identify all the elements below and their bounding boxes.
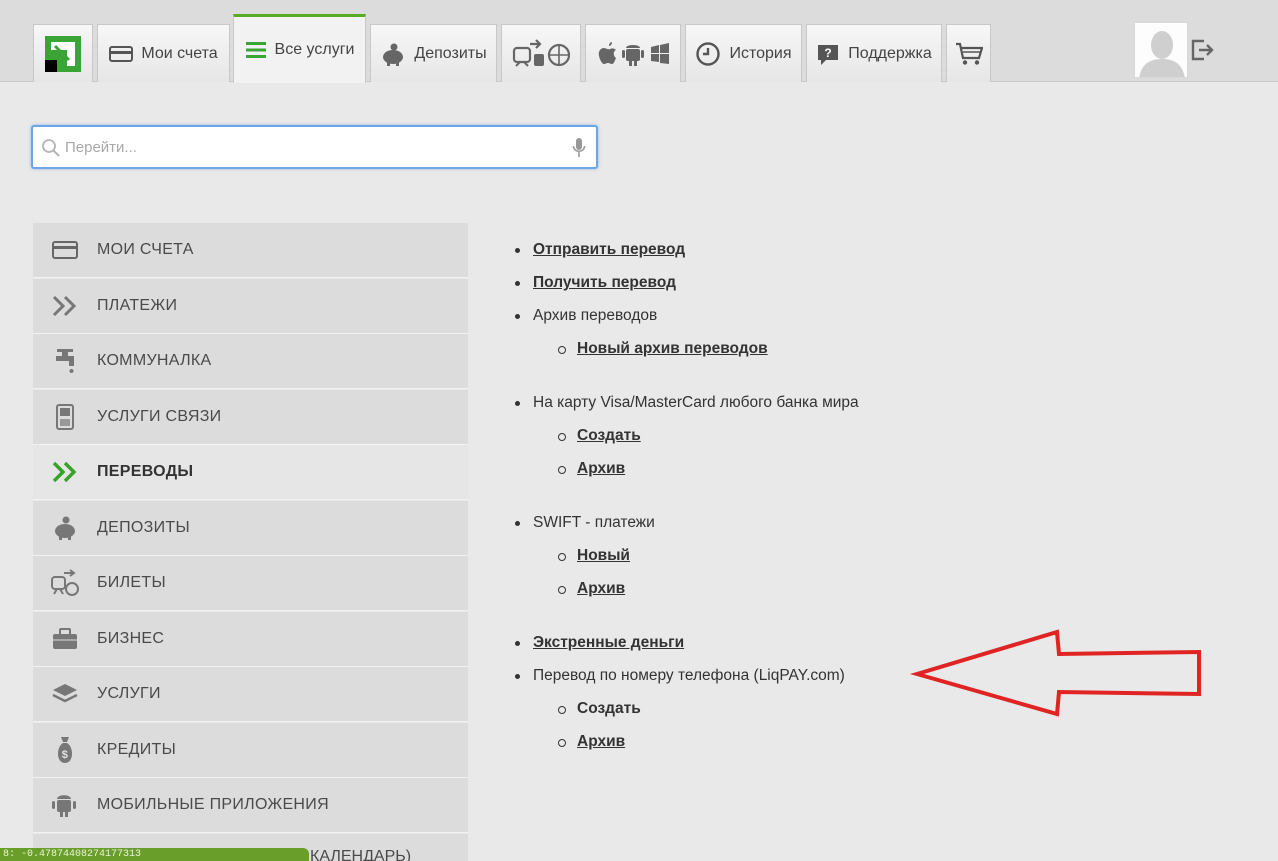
transfers-archive-label: Архив переводов xyxy=(533,307,658,324)
sidebar-item-label: ПЛАТЕЖИ xyxy=(97,296,178,314)
briefcase-icon xyxy=(53,627,77,649)
card-transfer-archive-link[interactable]: Архив xyxy=(577,460,625,477)
sidebar-item-label: КРЕДИТЫ xyxy=(97,740,177,758)
double-chevron-icon xyxy=(52,461,77,483)
cart-icon xyxy=(955,42,983,65)
sidebar-item-payments[interactable]: ПЛАТЕЖИ xyxy=(33,278,468,334)
sidebar-item-label: БИЗНЕС xyxy=(97,629,165,647)
list-subitem: Архив xyxy=(505,728,1205,761)
double-chevron-icon xyxy=(52,295,77,316)
phone-transfer-label: Перевод по номеру телефона (LiqPAY.com) xyxy=(533,667,845,684)
phone-transfer-archive-link[interactable]: Архив xyxy=(577,733,625,750)
privatbank-logo-icon xyxy=(45,35,81,72)
sidebar-item-deposits[interactable]: ДЕПОЗИТЫ xyxy=(33,500,468,556)
sidebar-item-label: КОММУНАЛКА xyxy=(97,352,212,369)
sidebar-item-partial-label: КАЛЕНДАРЬ) xyxy=(310,848,412,861)
search-box xyxy=(31,125,598,169)
phone-icon xyxy=(56,403,74,430)
annotation-arrow-icon xyxy=(909,629,1201,717)
tab-label: Депозиты xyxy=(414,44,487,62)
sidebar-item-transfers[interactable]: ПЕРЕВОДЫ xyxy=(33,445,468,500)
list-subitem: Создать xyxy=(505,422,1205,455)
tab-label: Все услуги xyxy=(274,41,355,58)
list-icon xyxy=(245,42,266,58)
card-icon xyxy=(109,45,134,62)
piggy-bank-icon xyxy=(55,516,75,540)
sidebar-item-mobile-apps[interactable]: МОБИЛЬНЫЕ ПРИЛОЖЕНИЯ xyxy=(33,778,468,833)
list-item: Получить перевод xyxy=(505,269,1205,302)
sidebar-item-utilities[interactable]: КОММУНАЛКА xyxy=(33,334,468,389)
privatbank-logo-button[interactable] xyxy=(33,24,93,82)
phone-transfer-create-label[interactable]: Создать xyxy=(577,700,641,717)
swift-label: SWIFT - платежи xyxy=(533,514,655,531)
sidebar-item-credits[interactable]: $ КРЕДИТЫ xyxy=(33,722,468,778)
tickets-icon xyxy=(51,569,79,596)
tickets-icon xyxy=(512,38,570,67)
sidebar-item-label: ДЕПОЗИТЫ xyxy=(97,518,190,536)
tab-my-accounts[interactable]: Мои счета xyxy=(97,24,230,82)
sidebar-item-tickets[interactable]: БИЛЕТЫ xyxy=(33,556,468,611)
services-sidebar: МОИ СЧЕТА ПЛАТЕЖИ КОММУНАЛКА УСЛУГИ СВЯЗ… xyxy=(33,223,468,861)
receive-transfer-link[interactable]: Получить перевод xyxy=(533,274,676,291)
logout-icon xyxy=(1191,39,1214,61)
microphone-icon[interactable] xyxy=(572,137,586,159)
sidebar-item-telecom[interactable]: УСЛУГИ СВЯЗИ xyxy=(33,389,468,445)
list-item: Отправить перевод xyxy=(505,236,1205,269)
faucet-icon xyxy=(56,349,74,373)
search-input[interactable] xyxy=(65,127,565,167)
sidebar-item-business[interactable]: БИЗНЕС xyxy=(33,611,468,667)
tab-all-services[interactable]: Все услуги xyxy=(233,14,366,83)
tab-label: Поддержка xyxy=(848,44,932,62)
mobile-apps-icon xyxy=(52,795,76,817)
svg-text:$: $ xyxy=(62,749,68,761)
support-icon: ? xyxy=(818,44,839,65)
tab-label: История xyxy=(729,44,792,62)
history-icon xyxy=(696,41,721,66)
logout-button[interactable] xyxy=(1190,38,1214,62)
sidebar-item-label: УСЛУГИ xyxy=(97,685,161,702)
sidebar-item-services[interactable]: УСЛУГИ xyxy=(33,667,468,722)
sidebar-item-label: ПЕРЕВОДЫ xyxy=(97,463,194,480)
list-item: SWIFT - платежи xyxy=(505,509,1205,542)
card-icon xyxy=(52,241,78,259)
list-subitem: Новый xyxy=(505,542,1205,575)
tab-label: Мои счета xyxy=(141,44,218,62)
sidebar-item-my-accounts[interactable]: МОИ СЧЕТА xyxy=(33,223,468,278)
send-transfer-link[interactable]: Отправить перевод xyxy=(533,241,685,258)
tab-cart[interactable] xyxy=(946,24,991,82)
list-item: Архив переводов xyxy=(505,302,1205,335)
money-bag-icon: $ xyxy=(57,736,73,763)
sidebar-item-label: МОИ СЧЕТА xyxy=(97,241,194,258)
tab-deposits[interactable]: Депозиты xyxy=(370,24,497,82)
list-subitem: Архив xyxy=(505,575,1205,608)
swift-archive-link[interactable]: Архив xyxy=(577,580,625,597)
layers-icon xyxy=(52,684,78,703)
emergency-money-link[interactable]: Экстренные деньги xyxy=(533,634,684,651)
tab-history[interactable]: История xyxy=(685,24,802,82)
list-item: На карту Visa/MasterCard любого банка ми… xyxy=(505,389,1205,422)
status-overlay: 8: -0.47874408274177313 xyxy=(0,848,309,861)
sidebar-item-label: БИЛЕТЫ xyxy=(97,574,166,591)
mobile-apps-icon xyxy=(598,41,669,66)
tab-tickets[interactable] xyxy=(501,24,581,82)
user-silhouette-icon xyxy=(1135,23,1187,77)
user-avatar[interactable] xyxy=(1134,22,1188,78)
tab-support[interactable]: ? Поддержка xyxy=(806,24,942,82)
new-transfers-archive-link[interactable]: Новый архив переводов xyxy=(577,340,768,357)
sidebar-item-label: МОБИЛЬНЫЕ ПРИЛОЖЕНИЯ xyxy=(97,796,329,813)
sidebar-item-label: УСЛУГИ СВЯЗИ xyxy=(97,407,222,425)
top-navigation-bar: Мои счета Все услуги Депозиты История ? … xyxy=(0,0,1278,83)
list-subitem: Новый архив переводов xyxy=(505,335,1205,368)
card-transfer-create-link[interactable]: Создать xyxy=(577,427,641,444)
piggy-bank-icon xyxy=(383,43,404,66)
search-icon xyxy=(42,139,60,157)
card-transfer-label: На карту Visa/MasterCard любого банка ми… xyxy=(533,394,859,411)
swift-new-link[interactable]: Новый xyxy=(577,547,630,564)
list-subitem: Архив xyxy=(505,455,1205,488)
tab-mobile-apps[interactable] xyxy=(585,24,681,82)
svg-text:?: ? xyxy=(825,46,832,60)
